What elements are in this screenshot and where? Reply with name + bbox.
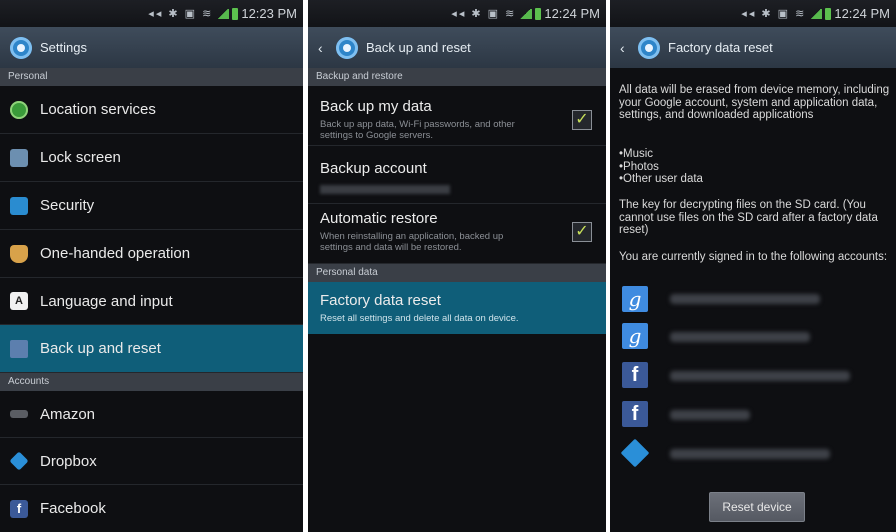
- google-account-icon: g: [622, 323, 648, 349]
- status-time: 12:23 PM: [241, 6, 297, 21]
- battery-icon: [232, 7, 239, 20]
- item-title: Automatic restore: [320, 210, 438, 227]
- signed-in-text: You are currently signed in to the follo…: [619, 251, 888, 263]
- status-time: 12:24 PM: [544, 6, 600, 21]
- account-item-dropbox[interactable]: Dropbox: [0, 438, 303, 485]
- item-label: Facebook: [40, 500, 106, 517]
- lock-screen-icon: [10, 148, 28, 167]
- action-bar[interactable]: ‹ Factory data reset: [610, 27, 896, 68]
- action-bar: Settings: [0, 27, 303, 68]
- sd-card-note: The key for decrypting files on the SD c…: [619, 199, 878, 236]
- section-header-accounts: Accounts: [0, 373, 303, 391]
- facebook-account-icon: f: [622, 362, 648, 388]
- redacted-account: [670, 449, 830, 459]
- battery-icon: [535, 7, 542, 20]
- location-icon: [10, 100, 28, 119]
- item-label: Language and input: [40, 292, 173, 310]
- section-header-personal: Personal: [0, 68, 303, 86]
- warning-text: All data will be erased from device memo…: [619, 84, 890, 121]
- item-label: One-handed operation: [40, 245, 191, 262]
- settings-gear-icon[interactable]: [638, 36, 660, 59]
- backup-account-item[interactable]: Backup account: [308, 146, 606, 204]
- item-label: Back up and reset: [40, 340, 161, 357]
- redacted-account: [670, 294, 820, 304]
- restore-checkbox[interactable]: ✓: [572, 222, 592, 242]
- signal-icon: [809, 8, 823, 19]
- item-title: Back up my data: [320, 98, 432, 115]
- backup-checkbox[interactable]: ✓: [572, 110, 592, 130]
- factory-data-reset-item[interactable]: Factory data reset Reset all settings an…: [308, 282, 606, 334]
- item-summary: Back up app data, Wi-Fi passwords, and o…: [320, 119, 515, 141]
- item-label: Dropbox: [40, 452, 97, 470]
- bullet-item: •Photos: [619, 160, 659, 173]
- item-summary: Reset all settings and delete all data o…: [320, 313, 519, 324]
- status-icons: ◂◂ ✱ ▣ ≋: [451, 8, 517, 20]
- status-bar: ◂◂ ✱ ▣ ≋ 12:24 PM: [610, 0, 896, 27]
- backup-reset-screen: ◂◂ ✱ ▣ ≋ 12:24 PM ‹ Back up and reset Ba…: [308, 0, 606, 532]
- item-title: Factory data reset: [320, 292, 441, 309]
- item-label: Security: [40, 197, 95, 214]
- dropbox-icon: [9, 451, 29, 471]
- status-icons: ◂◂ ✱ ▣ ≋: [148, 8, 214, 20]
- account-item-amazon[interactable]: Amazon: [0, 391, 303, 438]
- settings-gear-icon[interactable]: [10, 36, 32, 59]
- google-account-icon: g: [622, 286, 648, 312]
- settings-item-language[interactable]: A Language and input: [0, 278, 303, 325]
- facebook-icon: f: [10, 499, 28, 518]
- redacted-account: [670, 332, 810, 342]
- status-bar: ◂◂ ✱ ▣ ≋ 12:24 PM: [308, 0, 606, 27]
- page-title: Settings: [40, 40, 87, 55]
- status-time: 12:24 PM: [834, 6, 890, 21]
- back-chevron-icon[interactable]: ‹: [318, 40, 328, 56]
- status-bar: ◂◂ ✱ ▣ ≋ 12:23 PM: [0, 0, 303, 27]
- dropbox-account-icon: [620, 438, 650, 468]
- redacted-account-value: [320, 185, 450, 194]
- settings-screen: ◂◂ ✱ ▣ ≋ 12:23 PM Settings Personal Loca…: [0, 0, 303, 532]
- page-title: Back up and reset: [366, 40, 471, 55]
- action-bar[interactable]: ‹ Back up and reset: [308, 27, 606, 68]
- factory-reset-screen: ◂◂ ✱ ▣ ≋ 12:24 PM ‹ Factory data reset A…: [610, 0, 896, 532]
- signal-icon: [216, 8, 230, 19]
- battery-icon: [825, 7, 832, 20]
- backup-my-data-item[interactable]: Back up my data Back up app data, Wi-Fi …: [308, 86, 606, 146]
- settings-item-security[interactable]: Security: [0, 182, 303, 230]
- settings-gear-icon[interactable]: [336, 36, 358, 59]
- signal-icon: [519, 8, 533, 19]
- security-icon: [10, 196, 28, 215]
- settings-item-location[interactable]: Location services: [0, 86, 303, 134]
- page-title: Factory data reset: [668, 40, 773, 55]
- settings-item-lock-screen[interactable]: Lock screen: [0, 134, 303, 182]
- section-header-personal-data: Personal data: [308, 264, 606, 282]
- item-label: Location services: [40, 101, 156, 118]
- hand-icon: [10, 244, 28, 263]
- automatic-restore-item[interactable]: Automatic restore When reinstalling an a…: [308, 204, 606, 264]
- item-label: Amazon: [40, 405, 96, 423]
- item-title: Backup account: [320, 160, 427, 177]
- backup-icon: [10, 339, 28, 358]
- bullet-list: •Music •Photos •Other user data: [619, 148, 890, 186]
- language-icon: A: [10, 292, 28, 310]
- item-summary: When reinstalling an application, backed…: [320, 231, 504, 253]
- amazon-icon: [10, 410, 28, 418]
- settings-item-backup-reset[interactable]: Back up and reset: [0, 325, 303, 373]
- status-icons: ◂◂ ✱ ▣ ≋: [741, 8, 807, 20]
- redacted-account: [670, 371, 850, 381]
- back-chevron-icon[interactable]: ‹: [620, 40, 630, 56]
- facebook-account-icon: f: [622, 401, 648, 427]
- settings-item-one-handed[interactable]: One-handed operation: [0, 230, 303, 278]
- reset-device-button[interactable]: Reset device: [709, 492, 805, 522]
- redacted-account: [670, 410, 750, 420]
- section-header-backup: Backup and restore: [308, 68, 606, 86]
- bullet-item: •Other user data: [619, 173, 703, 185]
- item-label: Lock screen: [40, 149, 121, 166]
- account-item-facebook[interactable]: f Facebook: [0, 485, 303, 532]
- bullet-item: •Music: [619, 148, 654, 160]
